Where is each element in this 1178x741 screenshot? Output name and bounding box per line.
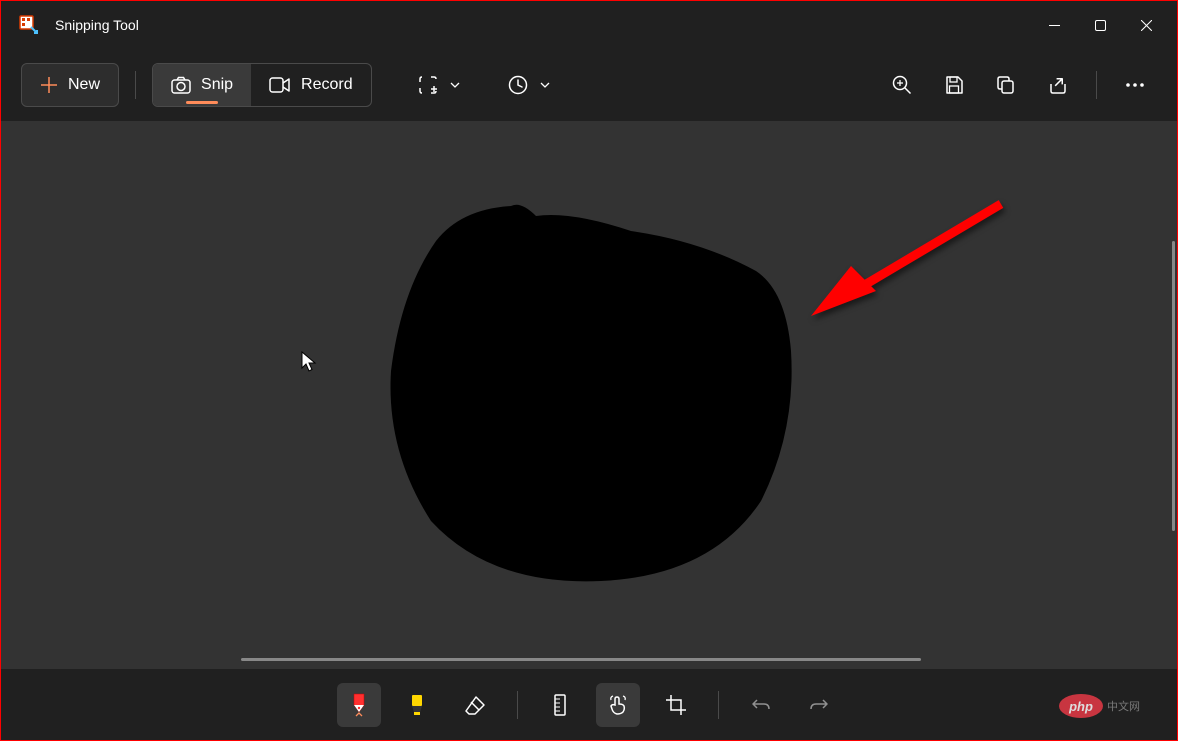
eraser-tool[interactable] [453, 683, 497, 727]
share-button[interactable] [1036, 63, 1080, 107]
vertical-scrollbar[interactable] [1172, 241, 1175, 531]
save-button[interactable] [932, 63, 976, 107]
divider [718, 691, 719, 719]
maximize-button[interactable] [1077, 5, 1123, 45]
highlighter-tool[interactable] [395, 683, 439, 727]
horizontal-scrollbar[interactable] [241, 658, 921, 661]
save-icon [944, 75, 964, 95]
more-icon [1126, 83, 1144, 87]
divider [517, 691, 518, 719]
red-arrow-annotation [806, 196, 1016, 326]
ink-blob [381, 201, 801, 601]
clock-icon [508, 75, 528, 95]
bottom-toolbar [1, 669, 1177, 740]
minimize-button[interactable] [1031, 5, 1077, 45]
app-title: Snipping Tool [55, 17, 139, 33]
camera-icon [171, 76, 191, 94]
app-icon [17, 13, 41, 37]
touch-writing-tool[interactable] [596, 683, 640, 727]
zoom-button[interactable] [880, 63, 924, 107]
zoom-icon [892, 75, 912, 95]
snip-mode-dropdown[interactable] [408, 63, 470, 107]
watermark-text: php [1068, 699, 1093, 714]
close-button[interactable] [1123, 5, 1169, 45]
redo-tool[interactable] [797, 683, 841, 727]
undo-tool[interactable] [739, 683, 783, 727]
mouse-cursor [301, 351, 317, 373]
new-button-label: New [68, 76, 100, 94]
mode-segmented: Snip Record [152, 63, 372, 107]
crop-icon [665, 694, 687, 716]
pen-icon [348, 692, 370, 718]
highlighter-icon [407, 694, 427, 716]
snip-mode-icon [418, 75, 438, 95]
delay-dropdown[interactable] [498, 63, 560, 107]
ruler-icon [553, 694, 567, 716]
watermark: php 中文网 [1057, 692, 1167, 720]
pen-tool[interactable] [337, 683, 381, 727]
ruler-tool[interactable] [538, 683, 582, 727]
chevron-down-icon [540, 82, 550, 88]
titlebar: Snipping Tool [1, 1, 1177, 49]
plus-icon [40, 76, 58, 94]
copy-icon [996, 75, 1016, 95]
divider [1096, 71, 1097, 99]
more-button[interactable] [1113, 63, 1157, 107]
video-icon [269, 77, 291, 93]
crop-tool[interactable] [654, 683, 698, 727]
chevron-down-icon [450, 82, 460, 88]
record-mode-button[interactable]: Record [251, 64, 371, 106]
divider [135, 71, 136, 99]
snip-mode-button[interactable]: Snip [153, 64, 251, 106]
new-button[interactable]: New [21, 63, 119, 107]
touch-icon [607, 694, 629, 716]
snip-label: Snip [201, 76, 233, 94]
share-icon [1048, 75, 1068, 95]
watermark-subtext: 中文网 [1107, 699, 1140, 713]
redo-icon [809, 697, 829, 713]
toolbar: New Snip Record [1, 49, 1177, 121]
undo-icon [751, 697, 771, 713]
record-label: Record [301, 76, 353, 94]
eraser-icon [464, 695, 486, 715]
canvas-area[interactable] [1, 121, 1177, 669]
copy-button[interactable] [984, 63, 1028, 107]
